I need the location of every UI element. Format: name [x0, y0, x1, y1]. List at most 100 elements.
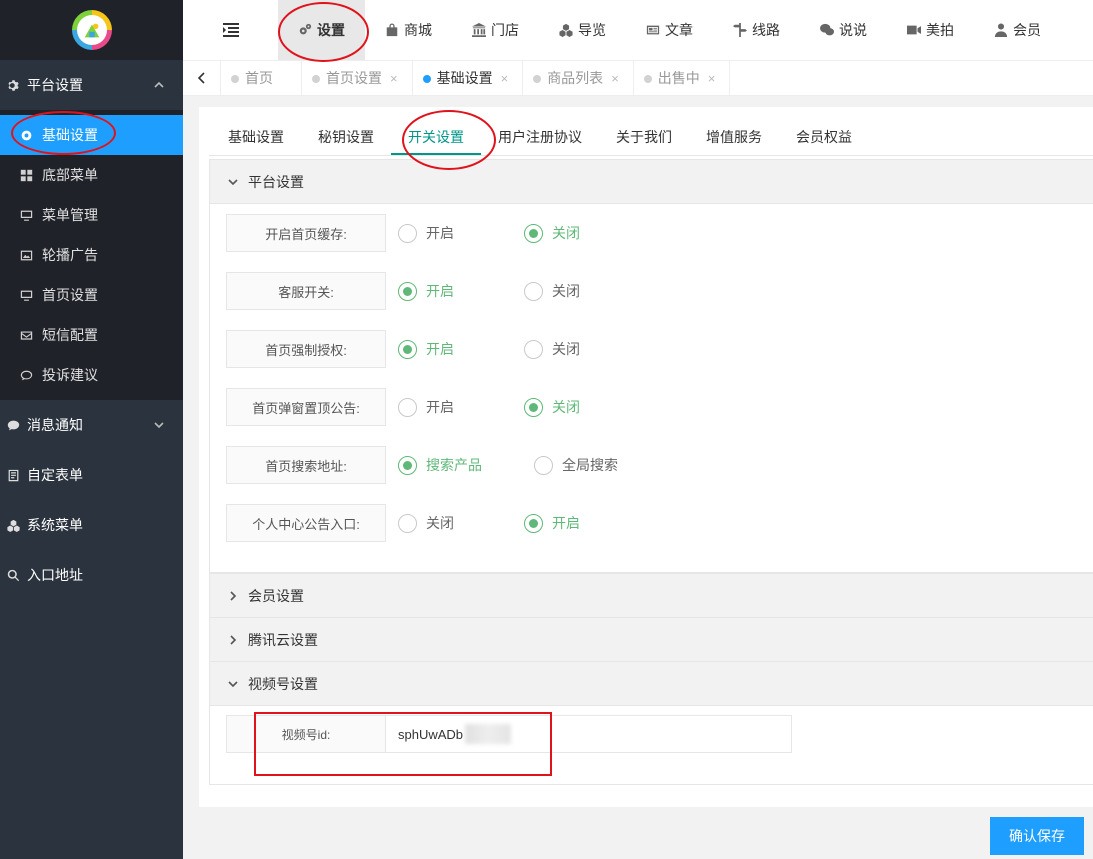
tab-about-us[interactable]: 关于我们: [599, 119, 689, 155]
sidebar-item-carousel-ads[interactable]: 轮播广告: [0, 235, 183, 275]
sidebar-item-feedback[interactable]: 投诉建议: [0, 355, 183, 395]
page-tab-homepage-settings[interactable]: 首页设置 ×: [302, 61, 413, 95]
topnav-photos[interactable]: 美拍: [887, 0, 974, 60]
form-icon: [4, 469, 22, 482]
panel-title: 平台设置: [248, 173, 304, 190]
sidebar-item-homepage-settings[interactable]: 首页设置: [0, 275, 183, 315]
sidebar-group-entry-address[interactable]: 入口地址: [0, 550, 183, 600]
sidebar-group-system-menu[interactable]: 系统菜单: [0, 500, 183, 550]
topnav-shop[interactable]: 商城: [365, 0, 452, 60]
sidebar-item-label: 投诉建议: [42, 367, 98, 383]
chevron-up-icon: [153, 78, 165, 94]
video-id-label: 视频号id:: [226, 715, 386, 753]
page-tab-on-sale[interactable]: 出售中 ×: [634, 61, 731, 95]
sidebar-group-label: 系统菜单: [27, 517, 83, 533]
panel-title: 腾讯云设置: [248, 631, 318, 648]
radio-option-2[interactable]: 关闭: [524, 397, 580, 417]
gear-icon: [18, 129, 34, 142]
sidebar-group-platform[interactable]: 平台设置: [0, 60, 183, 110]
switch-label: 开启首页缓存:: [226, 214, 386, 252]
radio-option-2[interactable]: 开启: [524, 513, 580, 533]
panel-header-member[interactable]: 会员设置: [210, 574, 1093, 618]
menu-fold-icon: [222, 23, 239, 37]
route-icon: [733, 23, 747, 37]
page-tab-home[interactable]: 首页: [221, 61, 302, 95]
sidebar-item-menu-management[interactable]: 菜单管理: [0, 195, 183, 235]
radio-circle: [398, 397, 417, 417]
radio-label: 开启: [426, 341, 454, 357]
tab-basic-settings[interactable]: 基础设置: [211, 119, 301, 155]
radio-option-1[interactable]: 搜索产品: [398, 455, 482, 475]
grid-icon: [18, 169, 34, 182]
close-icon[interactable]: ×: [708, 71, 716, 86]
tab-registration-agreement[interactable]: 用户注册协议: [481, 119, 599, 155]
radio-option-2[interactable]: 关闭: [524, 281, 580, 301]
search-icon: [4, 569, 22, 582]
radio-option-1[interactable]: 开启: [398, 339, 454, 359]
panel-header-platform[interactable]: 平台设置: [210, 160, 1093, 204]
logo-icon: [84, 23, 99, 38]
panel-header-video[interactable]: 视频号设置: [210, 662, 1093, 706]
radio-option-1[interactable]: 关闭: [398, 513, 454, 533]
sidebar-item-label: 菜单管理: [42, 207, 98, 223]
panel-header-tencent[interactable]: 腾讯云设置: [210, 618, 1093, 662]
sidebar-item-bottom-menu[interactable]: 底部菜单: [0, 155, 183, 195]
sidebar-toggle-button[interactable]: [183, 23, 278, 37]
bank-icon: [472, 23, 486, 37]
tab-switch-settings[interactable]: 开关设置: [391, 119, 481, 155]
chevron-down-icon: [228, 680, 238, 687]
newspaper-icon: [646, 25, 660, 35]
tab-value-added-services[interactable]: 增值服务: [689, 119, 779, 155]
close-icon[interactable]: ×: [611, 71, 619, 86]
radio-option-1[interactable]: 开启: [398, 223, 454, 243]
radio-option-2[interactable]: 关闭: [524, 339, 580, 359]
topnav-articles[interactable]: 文章: [626, 0, 713, 60]
sidebar-group-label: 平台设置: [27, 77, 83, 93]
sidebar-item-sms-config[interactable]: 短信配置: [0, 315, 183, 355]
page-tab-label: 出售中: [657, 70, 700, 86]
page-tab-label: 首页设置: [326, 70, 382, 86]
sidebar-item-basic-settings[interactable]: 基础设置: [0, 115, 183, 155]
sidebar-group-notifications[interactable]: 消息通知: [0, 400, 183, 450]
gear-icon: [4, 79, 22, 92]
page-tab-basic-settings[interactable]: 基础设置 ×: [413, 61, 524, 95]
topnav-label: 文章: [665, 22, 693, 38]
topnav-settings[interactable]: 设置: [278, 0, 365, 60]
close-icon[interactable]: ×: [501, 71, 509, 86]
page-tab-product-list[interactable]: 商品列表 ×: [523, 61, 634, 95]
radio-circle: [398, 513, 417, 533]
panel-tencent-cloud-settings: 腾讯云设置: [209, 617, 1093, 662]
radio-option-2[interactable]: 全局搜索: [534, 455, 618, 475]
sidebar-submenu: 基础设置 底部菜单 菜单管理 轮播广告 首页设置 短信配置 投诉建议: [0, 110, 183, 400]
tab-key-settings[interactable]: 秘钥设置: [301, 119, 391, 155]
tabs-scroll-left-button[interactable]: [183, 61, 221, 95]
switch-row: 客服开关: 开启 关闭: [226, 272, 598, 310]
radio-option-1[interactable]: 开启: [398, 281, 454, 301]
monitor-icon: [18, 209, 34, 222]
radio-option-2[interactable]: 关闭: [524, 223, 580, 243]
topnav-members[interactable]: 会员: [974, 0, 1061, 60]
logo[interactable]: [71, 10, 112, 50]
radio-circle: [398, 455, 417, 475]
radio-circle: [524, 513, 543, 533]
shop-icon: [386, 23, 398, 37]
topnav-label: 线路: [752, 22, 780, 38]
confirm-save-button[interactable]: 确认保存: [990, 817, 1084, 855]
switch-row: 首页强制授权: 开启 关闭: [226, 330, 598, 368]
sidebar-group-custom-forms[interactable]: 自定表单: [0, 450, 183, 500]
video-id-input[interactable]: sphUwADb: [386, 715, 792, 753]
radio-option-1[interactable]: 开启: [398, 397, 454, 417]
topnav-routes[interactable]: 线路: [713, 0, 800, 60]
switch-label: 首页搜索地址:: [226, 446, 386, 484]
tab-member-benefits[interactable]: 会员权益: [779, 119, 869, 155]
close-icon[interactable]: ×: [390, 71, 398, 86]
tab-dot: [312, 75, 320, 83]
radio-circle: [524, 223, 543, 243]
chevron-right-icon: [230, 634, 237, 645]
sidebar: 平台设置 基础设置 底部菜单 菜单管理 轮播广告 首页设置 短信配置 投诉建议 …: [0, 0, 183, 859]
topnav-guide[interactable]: 导览: [539, 0, 626, 60]
topnav-moments[interactable]: 说说: [800, 0, 887, 60]
topnav-store[interactable]: 门店: [452, 0, 539, 60]
topnav-label: 商城: [404, 22, 432, 38]
cubes-icon: [559, 23, 573, 37]
